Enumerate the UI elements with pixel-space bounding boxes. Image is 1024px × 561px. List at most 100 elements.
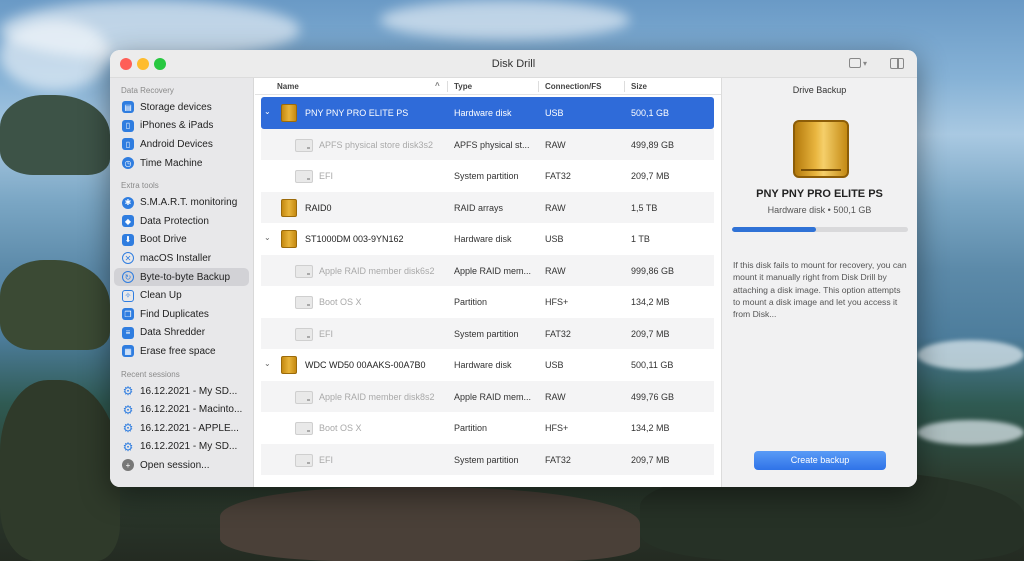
cell-size: 134,2 MB bbox=[631, 423, 670, 433]
column-divider bbox=[538, 81, 539, 92]
disk-row[interactable]: RAID0 RAID arrays RAW 1,5 TB bbox=[261, 191, 714, 223]
column-header-type[interactable]: Type bbox=[454, 82, 472, 91]
cell-name: WDC WD50 00AAKS-00A7B0 bbox=[305, 360, 426, 370]
view-mode-icon bbox=[849, 58, 861, 69]
disk-row[interactable]: ⌄ PNY PNY PRO ELITE PS Hardware disk USB 500… bbox=[261, 97, 714, 129]
partition-icon bbox=[295, 264, 313, 278]
partition-row[interactable]: EFI System partition FAT32 209,7 MB bbox=[261, 443, 714, 475]
cell-size: 209,7 MB bbox=[631, 328, 670, 339]
sidebar-item-session-2[interactable]: ⚙ 16.12.2021 - Macinto... bbox=[110, 400, 253, 419]
column-header-name[interactable]: Name bbox=[277, 82, 299, 91]
sidebar-item-data-protection[interactable]: ◆ Data Protection bbox=[110, 212, 253, 231]
sidebar-item-storage-devices[interactable]: ▤ Storage devices bbox=[110, 98, 253, 117]
backup-icon: ↻ bbox=[122, 271, 134, 284]
partition-row[interactable]: Boot OS X Partition HFS+ 134,2 MB bbox=[261, 412, 714, 444]
sidebar-item-label: 16.12.2021 - APPLE... bbox=[140, 422, 239, 434]
chevron-down-icon[interactable]: ⌄ bbox=[264, 359, 271, 368]
cell-connection: USB bbox=[545, 360, 564, 370]
disk-row[interactable]: ⌄ WDC WD50 00AAKS-00A7B0 Hardware disk USB 5… bbox=[261, 349, 714, 381]
cell-size: 499,89 GB bbox=[631, 139, 675, 150]
cell-type: Partition bbox=[454, 423, 488, 433]
partition-row[interactable]: Boot OS X Partition HFS+ 134,2 MB bbox=[261, 286, 714, 318]
cell-name: RAID0 bbox=[305, 202, 332, 213]
sidebar-item-android[interactable]: ▯ Android Devices bbox=[110, 135, 253, 154]
shredder-icon: ≡ bbox=[122, 326, 134, 339]
detail-panel: Drive Backup PNY PNY PRO ELITE PS Hardwa… bbox=[721, 78, 917, 487]
sidebar-item-boot-drive[interactable]: ⬇ Boot Drive bbox=[110, 231, 253, 250]
sidebar-item-smart[interactable]: ✱ S.M.A.R.T. monitoring bbox=[110, 193, 253, 212]
hard-disk-icon bbox=[281, 104, 297, 122]
sidebar-item-iphones[interactable]: ▯ iPhones & iPads bbox=[110, 117, 253, 136]
sidebar-item-session-4[interactable]: ⚙ 16.12.2021 - My SD... bbox=[110, 438, 253, 457]
cell-type: Apple RAID mem... bbox=[454, 391, 532, 402]
sidebar-item-label: 16.12.2021 - My SD... bbox=[140, 441, 238, 453]
create-backup-button[interactable]: Create backup bbox=[754, 451, 886, 470]
cell-type: Hardware disk bbox=[454, 360, 512, 370]
cell-type: System partition bbox=[454, 328, 519, 339]
column-header-connection[interactable]: Connection/FS bbox=[545, 82, 601, 91]
backup-progress-bar bbox=[732, 227, 908, 232]
sidebar-item-data-shredder[interactable]: ≡ Data Shredder bbox=[110, 324, 253, 343]
cell-name: PNY PNY PRO ELITE PS bbox=[305, 108, 409, 118]
selected-disk-info: Hardware disk • 500,1 GB bbox=[767, 205, 872, 215]
sidebar-item-label: Data Shredder bbox=[140, 327, 206, 339]
sidebar-item-session-3[interactable]: ⚙ 16.12.2021 - APPLE... bbox=[110, 419, 253, 438]
macos-installer-icon: ✕ bbox=[122, 252, 134, 265]
toggle-panel-icon[interactable] bbox=[890, 58, 904, 69]
smart-icon: ✱ bbox=[122, 196, 134, 209]
panel-title: Drive Backup bbox=[792, 85, 847, 95]
titlebar: Disk Drill ▾ bbox=[110, 50, 917, 78]
cell-name: EFI bbox=[319, 454, 334, 465]
column-divider bbox=[624, 81, 625, 92]
sidebar-item-time-machine[interactable]: ◷ Time Machine bbox=[110, 154, 253, 173]
sidebar-item-session-1[interactable]: ⚙ 16.12.2021 - My SD... bbox=[110, 382, 253, 401]
cleanup-icon: ✧ bbox=[122, 289, 134, 302]
sidebar-item-find-duplicates[interactable]: ❐ Find Duplicates bbox=[110, 305, 253, 324]
boot-drive-icon: ⬇ bbox=[122, 233, 134, 246]
cell-name: ST1000DM 003-9YN162 bbox=[305, 234, 404, 244]
view-options-button[interactable]: ▾ bbox=[849, 57, 875, 71]
iphone-icon: ▯ bbox=[122, 119, 134, 132]
sidebar-item-macos-installer[interactable]: ✕ macOS Installer bbox=[110, 249, 253, 268]
partition-row[interactable]: EFI System partition FAT32 209,7 MB bbox=[261, 160, 714, 192]
partition-row[interactable]: Apple RAID member disk8s2 Apple RAID mem.… bbox=[261, 380, 714, 412]
chevron-down-icon[interactable]: ⌄ bbox=[264, 107, 271, 116]
cell-name: EFI bbox=[319, 328, 334, 339]
partition-row[interactable]: Apple RAID member disk6s2 Apple RAID mem.… bbox=[261, 254, 714, 286]
cell-connection: FAT32 bbox=[545, 171, 571, 181]
disk-row[interactable]: ⌄ ST1000DM 003-9YN162 Hardware disk USB 1 TB bbox=[261, 223, 714, 255]
time-machine-icon: ◷ bbox=[122, 157, 134, 170]
sidebar-item-label: Time Machine bbox=[140, 157, 203, 169]
disk-drill-window: Disk Drill ▾ Data Recovery ▤ Storage devi… bbox=[110, 50, 917, 487]
cell-name: Apple RAID member disk8s2 bbox=[319, 391, 435, 402]
cell-type: RAID arrays bbox=[454, 202, 504, 213]
hard-disk-icon bbox=[281, 356, 297, 374]
drive-list: Name ^ Type Connection/FS Size ⌄ PNY PNY … bbox=[255, 78, 721, 487]
sidebar: Data Recovery ▤ Storage devices ▯ iPhones … bbox=[110, 78, 254, 487]
shield-icon: ◆ bbox=[122, 215, 134, 228]
plus-icon: + bbox=[122, 459, 134, 472]
partition-row[interactable]: EFI System partition FAT32 209,7 MB bbox=[261, 317, 714, 349]
sidebar-item-label: Data Protection bbox=[140, 215, 209, 227]
sidebar-item-label: 16.12.2021 - Macinto... bbox=[140, 404, 243, 416]
cell-connection: RAW bbox=[545, 139, 566, 150]
sort-ascending-icon[interactable]: ^ bbox=[435, 81, 440, 90]
sidebar-item-erase-free-space[interactable]: ▦ Erase free space bbox=[110, 342, 253, 361]
column-header-size[interactable]: Size bbox=[631, 82, 647, 91]
partition-icon bbox=[295, 170, 313, 183]
sidebar-item-clean-up[interactable]: ✧ Clean Up bbox=[110, 286, 253, 305]
gear-icon: ⚙ bbox=[122, 439, 134, 454]
chevron-down-icon[interactable]: ⌄ bbox=[264, 233, 271, 242]
hard-disk-icon bbox=[281, 198, 297, 217]
hard-disk-icon bbox=[793, 120, 849, 178]
sidebar-item-byte-backup[interactable]: ↻ Byte-to-byte Backup bbox=[114, 267, 249, 287]
cell-size: 134,2 MB bbox=[631, 297, 670, 307]
cell-size: 1 TB bbox=[631, 234, 650, 244]
cell-type: Hardware disk bbox=[454, 108, 512, 118]
gear-icon: ⚙ bbox=[122, 402, 134, 417]
sidebar-item-open-session[interactable]: + Open session... bbox=[110, 456, 253, 475]
partition-icon bbox=[295, 453, 313, 467]
sidebar-item-label: Clean Up bbox=[140, 290, 182, 302]
sidebar-item-label: Erase free space bbox=[140, 345, 216, 357]
partition-row[interactable]: APFS physical store disk3s2 APFS physical… bbox=[261, 128, 714, 160]
